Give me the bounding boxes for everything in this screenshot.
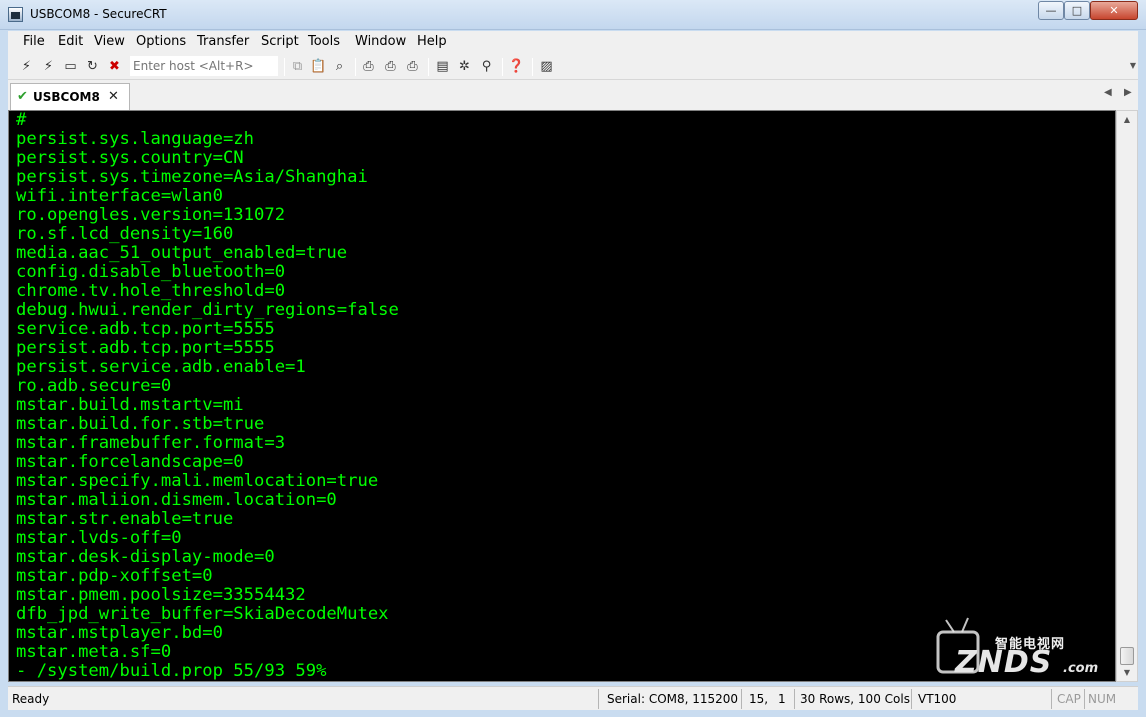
terminal-line: mstar.build.mstartv=mi <box>16 395 244 415</box>
menu-window[interactable]: Window <box>355 34 406 49</box>
securecrt-app-icon[interactable] <box>8 7 23 22</box>
status-num: NUM <box>1088 692 1117 706</box>
terminal-line: ro.adb.secure=0 <box>16 376 172 396</box>
terminal-line: persist.sys.country=CN <box>16 148 244 168</box>
terminal-line: service.adb.tcp.port=5555 <box>16 319 275 339</box>
quick-connect-icon[interactable]: ⚡ <box>40 58 57 75</box>
terminal-line: mstar.specify.mali.memlocation=true <box>16 471 379 491</box>
terminal-line: ro.sf.lcd_density=160 <box>16 224 234 244</box>
terminal-line: ro.opengles.version=131072 <box>16 205 286 225</box>
toolbar: ⚡ ⚡ ▭ ↻ ✖ ⧉ 📋 ⌕ ⎙ ⎙ ⎙ ▤ ✲ ⚲ ❓ ▨ ▼ <box>8 53 1138 80</box>
menu-view[interactable]: View <box>94 34 125 49</box>
menu-bar: File Edit View Options Transfer Script T… <box>8 31 1138 53</box>
status-size: 30 Rows, 100 Cols <box>800 692 910 706</box>
status-separator <box>911 689 912 709</box>
menu-script[interactable]: Script <box>261 34 299 49</box>
tab-label: USBCOM8 <box>33 90 100 104</box>
status-cap: CAP <box>1057 692 1081 706</box>
terminal-line: mstar.desk-display-mode=0 <box>16 547 275 567</box>
paste-icon[interactable]: 📋 <box>310 58 327 75</box>
menu-transfer[interactable]: Transfer <box>197 34 249 49</box>
terminal-line: mstar.meta.sf=0 <box>16 642 172 662</box>
window-title: USBCOM8 - SecureCRT <box>30 7 167 21</box>
terminal-line: - /system/build.prop 55/93 59% <box>16 661 327 681</box>
status-bar: Ready Serial: COM8, 115200 15, 1 30 Rows… <box>8 686 1138 710</box>
close-button[interactable]: ✕ <box>1090 1 1138 20</box>
scroll-up-arrow-icon[interactable]: ▲ <box>1117 111 1137 128</box>
tab-scroll-right-icon[interactable]: ▶ <box>1124 87 1132 98</box>
status-separator <box>1084 689 1085 709</box>
connect-icon[interactable]: ⚡ <box>18 58 35 75</box>
menu-help[interactable]: Help <box>417 34 447 49</box>
status-separator <box>598 689 599 709</box>
terminal-line: persist.service.adb.enable=1 <box>16 357 306 377</box>
tab-close-icon[interactable]: ✕ <box>108 89 119 104</box>
terminal-line: chrome.tv.hole_threshold=0 <box>16 281 286 301</box>
tab-scroll-left-icon[interactable]: ◀ <box>1104 87 1112 98</box>
tab-usbcom8[interactable]: ✔ USBCOM8 ✕ <box>10 83 130 110</box>
terminal-line: persist.sys.timezone=Asia/Shanghai <box>16 167 368 187</box>
terminal-line: debug.hwui.render_dirty_regions=false <box>16 300 399 320</box>
maximize-button[interactable]: □ <box>1064 1 1090 20</box>
print-icon[interactable]: ⎙ <box>360 58 377 75</box>
status-separator <box>1051 689 1052 709</box>
terminal-line: mstar.lvds-off=0 <box>16 528 182 548</box>
toolbar-separator <box>428 58 429 76</box>
watermark-domain: .com <box>1063 661 1099 676</box>
terminal-line: mstar.str.enable=true <box>16 509 234 529</box>
terminal-line: mstar.pdp-xoffset=0 <box>16 566 213 586</box>
toolbar-separator <box>284 58 285 76</box>
toolbar-overflow-arrow[interactable]: ▼ <box>1128 53 1138 79</box>
sftp-icon[interactable]: ▨ <box>538 58 555 75</box>
menu-options[interactable]: Options <box>136 34 186 49</box>
terminal-line: wifi.interface=wlan0 <box>16 186 223 206</box>
terminal-line: dfb_jpd_write_buffer=SkiaDecodeMutex <box>16 604 389 624</box>
global-options-icon[interactable]: ✲ <box>456 58 473 75</box>
terminal-line: mstar.mstplayer.bd=0 <box>16 623 223 643</box>
terminal-line: mstar.framebuffer.format=3 <box>16 433 286 453</box>
terminal-scrollbar[interactable]: ▲ ▼ <box>1116 110 1138 682</box>
terminal-line: mstar.build.for.stb=true <box>16 414 265 434</box>
status-emulation: VT100 <box>918 692 957 706</box>
help-icon[interactable]: ❓ <box>508 58 525 75</box>
enter-host-input[interactable] <box>130 56 278 76</box>
status-separator <box>794 689 795 709</box>
status-ready: Ready <box>12 692 50 706</box>
print-setup-icon[interactable]: ⎙ <box>382 58 399 75</box>
print-screen-icon[interactable]: ⎙ <box>404 58 421 75</box>
status-separator <box>741 689 742 709</box>
terminal-line: persist.sys.language=zh <box>16 129 254 149</box>
menu-edit[interactable]: Edit <box>58 34 83 49</box>
tab-bar: ✔ USBCOM8 ✕ ◀ ▶ <box>8 80 1138 110</box>
menu-file[interactable]: File <box>23 34 45 49</box>
reconnect-icon[interactable]: ↻ <box>84 58 101 75</box>
minimize-button[interactable]: — <box>1038 1 1064 20</box>
status-row: 15, <box>749 692 769 706</box>
scroll-down-arrow-icon[interactable]: ▼ <box>1117 664 1137 681</box>
title-bar[interactable]: USBCOM8 - SecureCRT — □ ✕ <box>0 0 1146 30</box>
toolbar-separator <box>355 58 356 76</box>
session-options-icon[interactable]: ▤ <box>434 58 451 75</box>
copy-icon[interactable]: ⧉ <box>289 58 306 75</box>
status-col: 1 <box>778 692 786 706</box>
toolbar-separator <box>502 58 503 76</box>
terminal-line: mstar.forcelandscape=0 <box>16 452 244 472</box>
disconnect-icon[interactable]: ✖ <box>106 58 123 75</box>
terminal-line: # <box>16 110 27 130</box>
terminal-line: mstar.maliion.dismem.location=0 <box>16 490 337 510</box>
menu-tools[interactable]: Tools <box>308 34 340 49</box>
connect-in-tab-icon[interactable]: ▭ <box>62 58 79 75</box>
scrollbar-thumb[interactable] <box>1120 647 1134 665</box>
keymap-icon[interactable]: ⚲ <box>478 58 495 75</box>
terminal-screen[interactable]: # persist.sys.language=zh persist.sys.co… <box>8 110 1116 682</box>
toolbar-separator <box>532 58 533 76</box>
terminal-line: media.aac_51_output_enabled=true <box>16 243 348 263</box>
terminal-line: config.disable_bluetooth=0 <box>16 262 286 282</box>
watermark-brand: ZNDS <box>955 645 1053 680</box>
find-icon[interactable]: ⌕ <box>331 58 348 75</box>
terminal-line: mstar.pmem.poolsize=33554432 <box>16 585 306 605</box>
connected-check-icon: ✔ <box>17 89 28 104</box>
status-serial: Serial: COM8, 115200 <box>607 692 739 706</box>
terminal-line: persist.adb.tcp.port=5555 <box>16 338 275 358</box>
